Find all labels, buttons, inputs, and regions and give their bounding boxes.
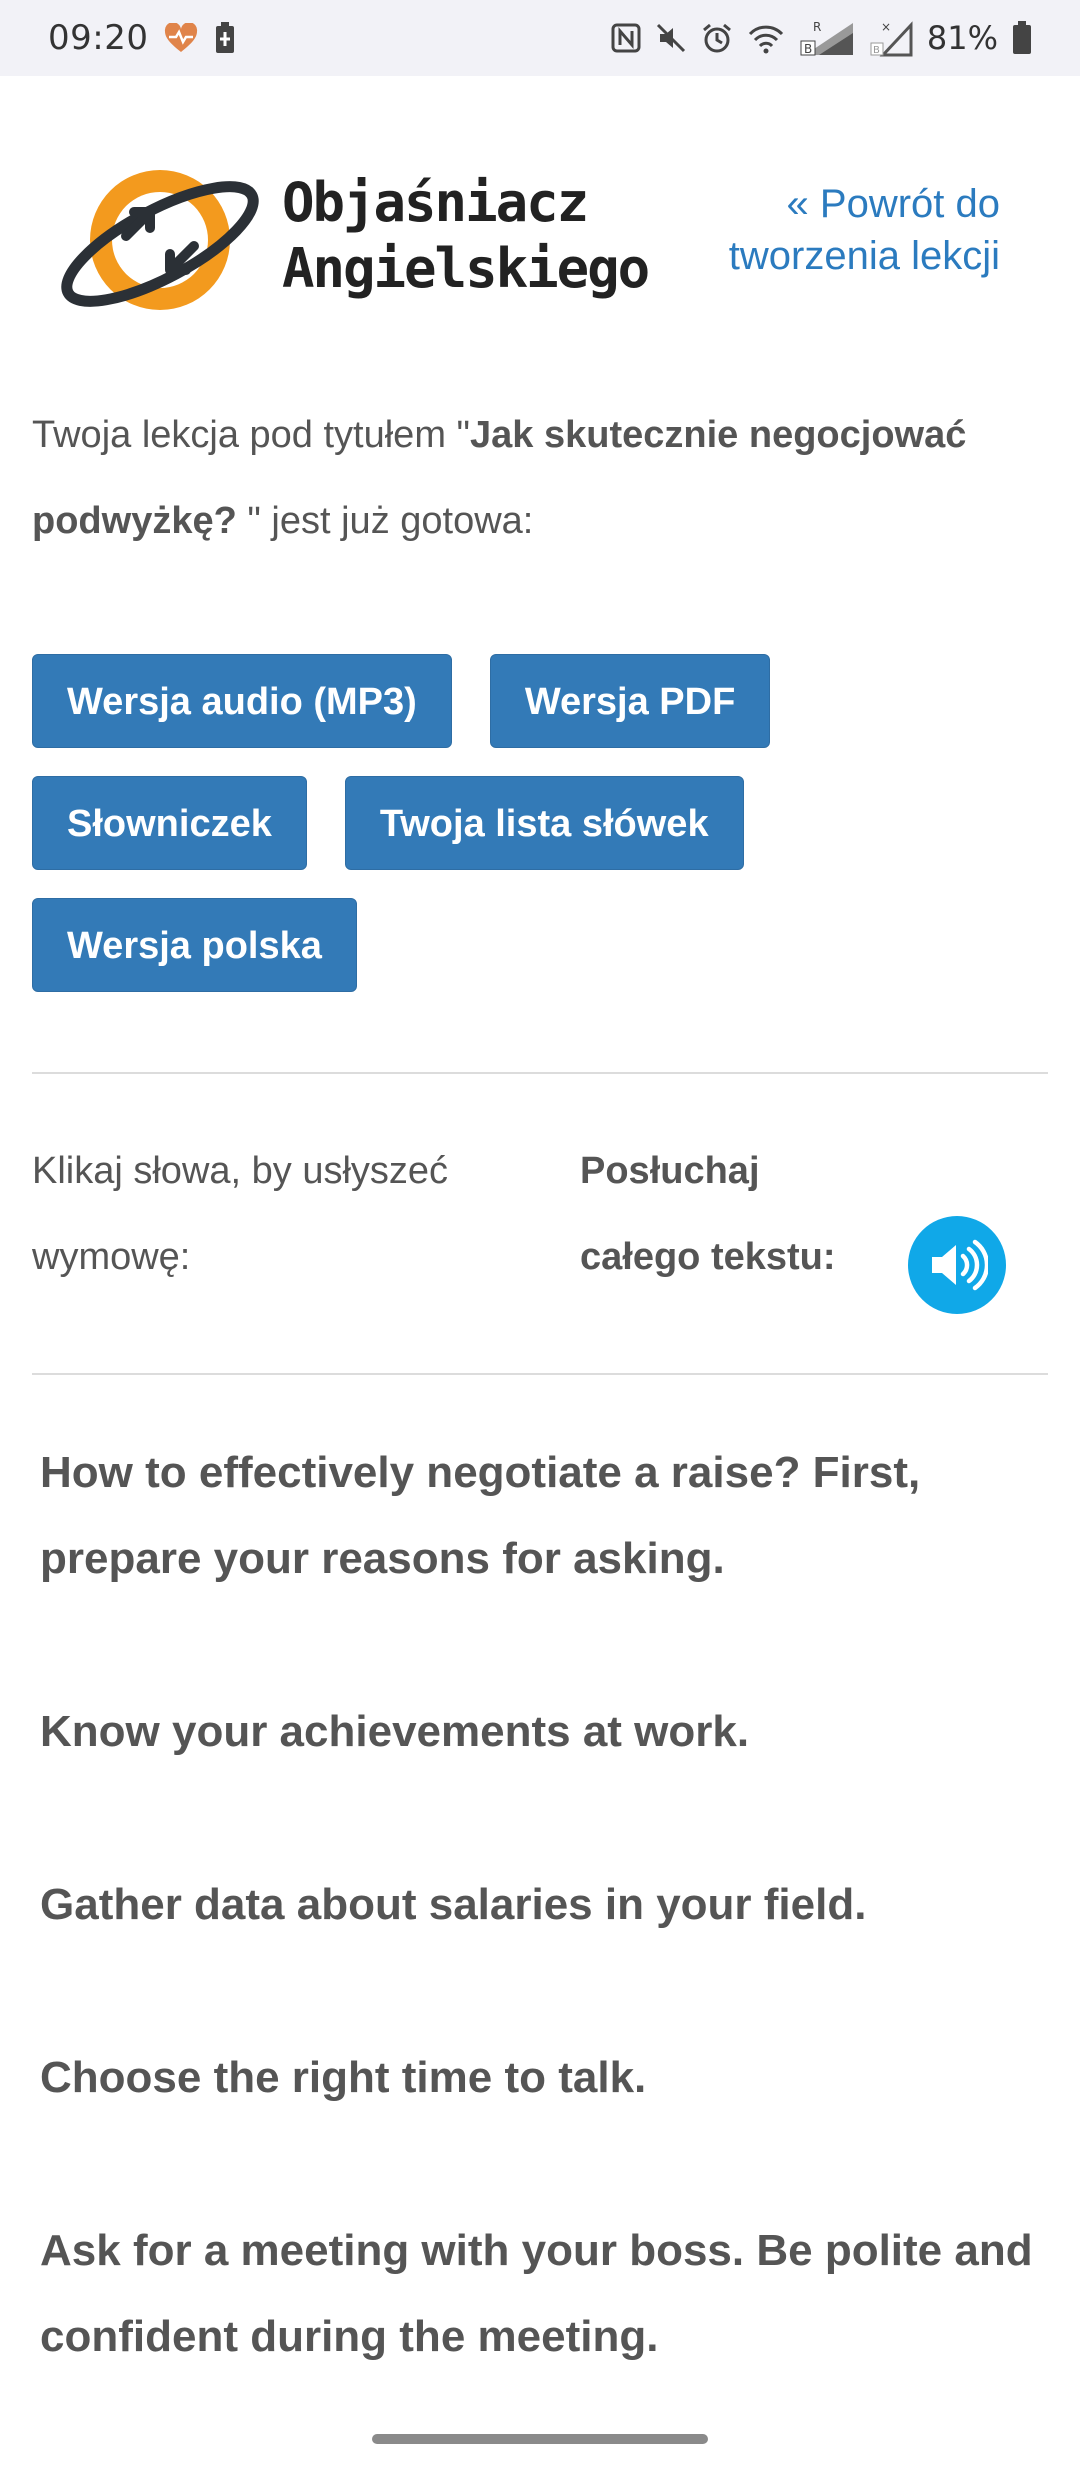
lesson-ready-message: Twoja lekcja pod tytułem "Jak skutecznie… <box>32 392 1052 564</box>
signal-r-icon: R B <box>799 19 855 57</box>
battery-icon <box>1012 21 1032 55</box>
alarm-icon <box>701 22 733 54</box>
home-indicator[interactable] <box>372 2434 708 2444</box>
lesson-paragraph[interactable]: How to effectively negotiate a raise? Fi… <box>40 1430 1050 1602</box>
word-list-button[interactable]: Twoja lista słówek <box>344 776 744 870</box>
polish-version-button[interactable]: Wersja polska <box>32 898 357 992</box>
glossary-button[interactable]: Słowniczek <box>32 776 307 870</box>
pdf-version-button[interactable]: Wersja PDF <box>489 654 771 748</box>
nfc-icon <box>611 23 641 53</box>
lesson-paragraph[interactable]: Know your achievements at work. <box>40 1689 1050 1775</box>
svg-text:×: × <box>881 20 891 34</box>
wifi-icon <box>747 22 785 54</box>
play-whole-text-button[interactable] <box>908 1216 1006 1314</box>
listen-whole-text-label: Posłuchaj całego tekstu: <box>580 1150 836 1278</box>
divider <box>32 1373 1048 1375</box>
mute-icon <box>655 22 687 54</box>
brand-name[interactable]: Objaśniacz Angielskiego <box>282 170 650 302</box>
divider <box>32 1072 1048 1074</box>
lesson-paragraph[interactable]: Gather data about salaries in your field… <box>40 1862 1050 1948</box>
intro-prefix: Twoja lekcja pod tytułem " <box>32 414 471 456</box>
heart-health-icon <box>164 23 198 53</box>
signal-x-icon: × B <box>869 19 913 57</box>
brand-line-2: Angielskiego <box>282 237 650 300</box>
battery-percent: 81% <box>926 19 998 57</box>
lesson-paragraph[interactable]: Choose the right time to talk. <box>40 2035 1050 2121</box>
lesson-text: How to effectively negotiate a raise? Fi… <box>40 1430 1050 2467</box>
status-bar: 09:20 R B × B 81% <box>0 0 1080 76</box>
planet-logo-icon <box>61 170 259 310</box>
back-to-lesson-creation-link[interactable]: « Powrót do tworzenia lekcji <box>680 178 1000 282</box>
site-logo[interactable] <box>56 162 276 322</box>
svg-text:B: B <box>873 45 880 56</box>
site-header: Objaśniacz Angielskiego « Powrót do twor… <box>0 140 1080 340</box>
click-words-hint: Klikaj słowa, by usłyszeć wymowę: <box>32 1150 449 1278</box>
lesson-paragraph[interactable]: Ask for a meeting with your boss. Be pol… <box>40 2208 1050 2380</box>
status-time: 09:20 <box>48 18 149 58</box>
audio-version-button[interactable]: Wersja audio (MP3) <box>32 654 452 748</box>
intro-suffix: " jest już gotowa: <box>247 500 534 542</box>
svg-text:R: R <box>813 20 821 34</box>
speaker-icon <box>932 1239 988 1291</box>
battery-saver-icon <box>214 22 236 54</box>
lesson-actions: Wersja audio (MP3) Wersja PDF Słowniczek… <box>32 654 1052 1020</box>
svg-text:B: B <box>804 42 812 56</box>
brand-line-1: Objaśniacz <box>282 171 589 234</box>
